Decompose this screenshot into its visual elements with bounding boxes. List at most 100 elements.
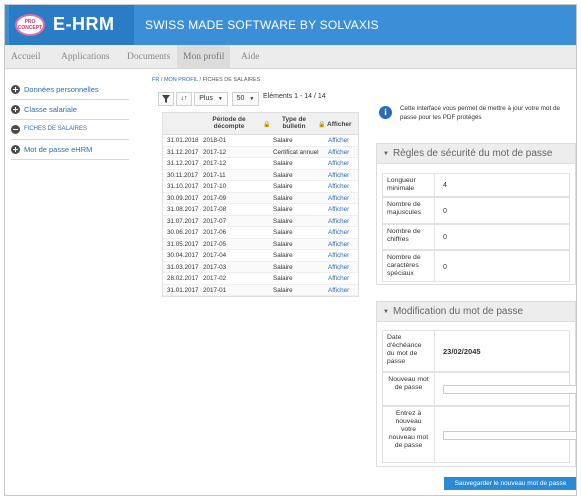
- table-row: 30.04.2017 2017-04 Salaire Afficher: [163, 250, 358, 262]
- cell-afficher-link[interactable]: Afficher: [328, 183, 349, 190]
- panel-title[interactable]: ▼ Règles de sécurité du mot de passe: [377, 144, 575, 164]
- column-lock-icon[interactable]: 🔒: [263, 121, 270, 128]
- expiry-label: Date d'échéance du mot de passe: [383, 331, 435, 371]
- rule-row: Longueur minimale 4: [382, 173, 570, 197]
- cell-afficher-link[interactable]: Afficher: [328, 206, 349, 213]
- nav-applications[interactable]: Applications: [61, 45, 110, 69]
- nav-accueil[interactable]: Accueil: [11, 45, 41, 69]
- sidebar-item-fiches-de-salaires[interactable]: FICHES DE SALAIRES: [11, 120, 129, 140]
- col-afficher[interactable]: Afficher: [327, 121, 352, 128]
- caret-down-icon: ▼: [383, 309, 389, 315]
- cell-type: Salaire: [273, 137, 293, 144]
- minus-circle-icon: [11, 125, 20, 134]
- new-password-row: Nouveau mot de passe: [382, 372, 576, 406]
- plus-circle-icon: [11, 105, 20, 114]
- sidebar-item-classe-salariale[interactable]: Classe salariale: [11, 100, 129, 120]
- breadcrumb-mon-profil[interactable]: MON PROFIL: [164, 77, 198, 83]
- page-size-value: 50: [236, 95, 245, 102]
- items-counter: Eléments 1 - 14 / 14: [263, 93, 326, 100]
- table-row: 31.12.2017 2017-12 Salaire Afficher: [163, 158, 358, 170]
- table-row: 31.08.2017 2017-08 Salaire Afficher: [163, 204, 358, 216]
- cell-type: Salaire: [273, 183, 293, 190]
- sidebar-item-mot-de-passe[interactable]: Mot de passe eHRM: [11, 140, 129, 160]
- grid-body: 31.01.2018 2018-01 Salaire Afficher 31.12.20…: [163, 135, 358, 296]
- new-password-input[interactable]: [443, 385, 576, 394]
- col-type[interactable]: Type de bulletin: [273, 116, 315, 130]
- sidebar-item-label: Mot de passe eHRM: [24, 145, 93, 154]
- cell-type: Salaire: [273, 240, 293, 248]
- new-password-label: Nouveau mot de passe: [383, 373, 435, 405]
- cell-type: Salaire: [273, 252, 293, 259]
- cell-afficher-link[interactable]: Afficher: [328, 137, 349, 144]
- info-text: Cette interface vous permet de mettre à …: [400, 105, 560, 121]
- filter-icon: [162, 95, 170, 103]
- cell-afficher-link[interactable]: Afficher: [328, 287, 349, 294]
- cell-period: 2017-06: [203, 229, 227, 236]
- panel-title[interactable]: ▼ Modification du mot de passe: [377, 302, 575, 322]
- tagline: SWISS MADE SOFTWARE BY SOLVAXIS: [145, 18, 379, 32]
- rule-label: Nombre de caractères spéciaux: [383, 251, 435, 281]
- page-size-select[interactable]: 50 ▼: [232, 92, 259, 106]
- cell-afficher-link[interactable]: Afficher: [328, 229, 349, 236]
- password-rules-panel: ▼ Règles de sécurité du mot de passe Long…: [376, 143, 576, 285]
- cell-type: Salaire: [273, 263, 293, 271]
- nav-aide[interactable]: Aide: [241, 45, 259, 69]
- cell-date: 31.01.2018: [167, 137, 199, 144]
- cell-type: Salaire: [273, 286, 293, 294]
- col-periode[interactable]: Période de décompte: [203, 116, 255, 130]
- sort-button[interactable]: ↓↑: [176, 92, 192, 106]
- payslip-grid: Période de décompte 🔒 Type de bulletin 🔒…: [162, 112, 359, 297]
- cell-date: 31.01.2017: [167, 286, 199, 294]
- cell-afficher-link[interactable]: Afficher: [328, 264, 349, 271]
- chevron-down-icon: ▼: [217, 96, 223, 102]
- chevron-down-icon: ▼: [249, 96, 255, 102]
- cell-afficher-link[interactable]: Afficher: [328, 218, 349, 225]
- cell-period: 2017-10: [203, 183, 227, 190]
- cell-afficher-link[interactable]: Afficher: [328, 275, 349, 282]
- cell-afficher-link[interactable]: Afficher: [328, 252, 349, 259]
- proconcept-logo-icon: PRO CONCEPT: [15, 14, 45, 36]
- cell-period: 2017-04: [203, 252, 227, 259]
- cell-type: Salaire: [273, 217, 293, 225]
- nav-documents[interactable]: Documents: [127, 45, 170, 69]
- cell-type: Salaire: [273, 171, 293, 179]
- cell-period: 2017-08: [203, 206, 227, 213]
- sidebar-item-donnees-personnelles[interactable]: Données personnelles: [11, 80, 129, 100]
- column-lock-icon[interactable]: 🔒: [318, 121, 325, 128]
- app-header: PRO CONCEPT E-HRM SWISS MADE SOFTWARE BY…: [5, 5, 576, 45]
- rule-row: Nombre de caractères spéciaux 0: [382, 250, 570, 282]
- cell-type: Salaire: [273, 194, 293, 202]
- cell-period: 2018-01: [203, 137, 227, 144]
- table-row: 28.02.2017 2017-02 Salaire Afficher: [163, 273, 358, 285]
- logo-text: PRO CONCEPT: [17, 19, 43, 31]
- rule-row: Nombre de chiffres 0: [382, 224, 570, 250]
- rule-value: 0: [443, 208, 447, 215]
- more-dropdown[interactable]: Plus ▼: [194, 92, 228, 106]
- breadcrumb: FR / MON PROFIL / FICHES DE SALAIRES: [152, 77, 261, 83]
- main-nav: Accueil Applications Documents Mon profi…: [5, 45, 576, 69]
- cell-date: 30.04.2017: [167, 252, 199, 259]
- repeat-password-label: Entrez à nouveau votre nouveau mot de pa…: [383, 407, 435, 462]
- cell-afficher-link[interactable]: Afficher: [328, 160, 349, 167]
- filter-button[interactable]: [158, 92, 174, 106]
- cell-type: Salaire: [273, 275, 293, 282]
- cell-afficher-link[interactable]: Afficher: [328, 172, 349, 179]
- save-password-button[interactable]: Sauvegarder le nouveau mot de passe: [444, 477, 576, 490]
- rule-value: 0: [443, 264, 447, 271]
- cell-afficher-link[interactable]: Afficher: [328, 149, 349, 156]
- cell-afficher-link[interactable]: Afficher: [328, 195, 349, 202]
- cell-date: 31.08.2017: [167, 206, 199, 213]
- cell-date: 31.03.2017: [167, 263, 199, 271]
- cell-afficher-link[interactable]: Afficher: [328, 241, 349, 248]
- grid-header: Période de décompte 🔒 Type de bulletin 🔒…: [163, 113, 358, 135]
- cell-date: 31.12.2017: [167, 160, 199, 167]
- repeat-password-row: Entrez à nouveau votre nouveau mot de pa…: [382, 406, 576, 463]
- repeat-password-input[interactable]: [443, 431, 576, 440]
- cell-period: 2017-03: [203, 263, 227, 271]
- cell-date: 31.12.2017: [167, 148, 199, 156]
- table-row: 31.12.2017 2017-12 Certificat annuel Affich…: [163, 146, 358, 158]
- expiry-row: Date d'échéance du mot de passe 23/02/20…: [382, 330, 570, 372]
- nav-mon-profil[interactable]: Mon profil: [177, 45, 231, 69]
- sidebar-item-label: Classe salariale: [24, 105, 77, 114]
- brand-block[interactable]: PRO CONCEPT E-HRM: [9, 5, 134, 45]
